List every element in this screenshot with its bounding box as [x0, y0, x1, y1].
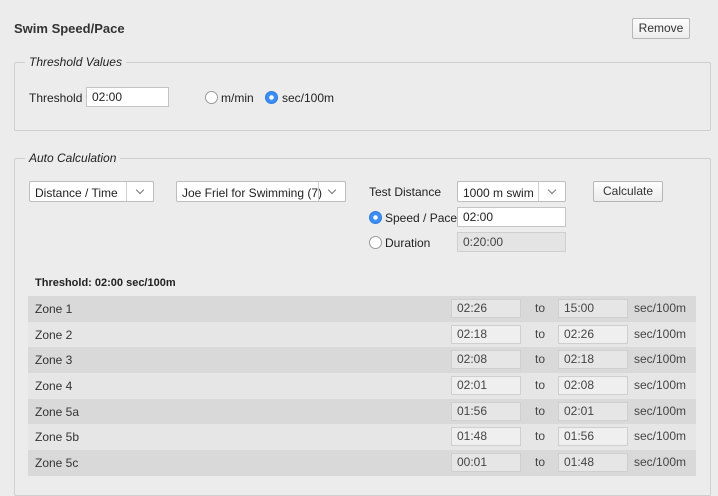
- zone-name: Zone 5c: [35, 456, 79, 471]
- zone-name: Zone 4: [35, 379, 73, 394]
- table-row: Zone 2 02:18 to 02:26 sec/100m: [28, 321, 696, 348]
- zone-unit: sec/100m: [634, 378, 687, 393]
- duration-input: 0:20:00: [457, 232, 566, 252]
- speed-pace-radio[interactable]: [369, 211, 382, 224]
- zone-to: 15:00: [558, 299, 628, 318]
- zone-from: 01:48: [451, 427, 521, 447]
- zone-to: 02:08: [558, 376, 628, 396]
- table-row: Zone 1 02:26 to 15:00 sec/100m: [28, 296, 696, 322]
- table-row: Zone 5b 01:48 to 01:56 sec/100m: [28, 424, 696, 451]
- unit-radio-sec-100m[interactable]: [265, 91, 278, 104]
- profile-select[interactable]: Joe Friel for Swimming (7): [176, 181, 346, 202]
- zone-to-label: to: [535, 301, 546, 315]
- zone-unit: sec/100m: [634, 301, 687, 315]
- zone-name: Zone 1: [35, 302, 73, 316]
- unit-radio-m-min[interactable]: [205, 91, 218, 104]
- threshold-label: Threshold: [29, 91, 83, 105]
- unit-radio-m-min-label[interactable]: m/min: [221, 91, 254, 105]
- zone-from: 02:18: [451, 324, 521, 344]
- zone-to-label: to: [535, 326, 546, 341]
- zone-to: 02:26: [558, 324, 628, 344]
- threshold-summary: Threshold: 02:00 sec/100m: [35, 277, 176, 289]
- zone-name: Zone 5b: [35, 430, 80, 445]
- zone-from: 02:26: [451, 299, 521, 318]
- speed-pace-label[interactable]: Speed / Pace: [385, 211, 457, 225]
- zone-to: 02:01: [558, 401, 628, 421]
- zone-unit: sec/100m: [634, 352, 687, 367]
- table-row: Zone 5c 00:01 to 01:48 sec/100m: [28, 450, 696, 476]
- table-row: Zone 3 02:08 to 02:18 sec/100m: [28, 347, 696, 374]
- zone-from: 02:01: [451, 376, 521, 396]
- duration-label[interactable]: Duration: [385, 236, 430, 250]
- zone-unit: sec/100m: [634, 455, 687, 470]
- zone-from: 01:56: [451, 401, 521, 421]
- zone-to-label: to: [535, 352, 546, 367]
- table-row: Zone 5a 01:56 to 02:01 sec/100m: [28, 398, 696, 425]
- remove-button[interactable]: Remove: [632, 18, 690, 39]
- zone-to: 01:56: [558, 427, 628, 447]
- unit-radio-sec-100m-label[interactable]: sec/100m: [282, 91, 334, 105]
- zones-table: Zone 1 02:26 to 15:00 sec/100m Zone 2 02…: [28, 296, 696, 476]
- zone-to-label: to: [535, 378, 546, 393]
- threshold-values-legend: Threshold Values: [29, 55, 122, 69]
- table-row: Zone 4 02:01 to 02:08 sec/100m: [28, 373, 696, 399]
- duration-radio[interactable]: [369, 236, 382, 249]
- threshold-input[interactable]: 02:00: [86, 87, 169, 107]
- zone-to-label: to: [535, 403, 546, 418]
- zone-from: 00:01: [451, 453, 521, 473]
- chevron-down-icon: [547, 185, 557, 195]
- zone-to: 02:18: [558, 350, 628, 370]
- zone-unit: sec/100m: [634, 429, 687, 444]
- test-distance-select-value: 1000 m swim: [463, 186, 534, 200]
- page-title: Swim Speed/Pace: [14, 21, 125, 36]
- calculate-button[interactable]: Calculate: [593, 181, 663, 202]
- zone-from: 02:08: [451, 350, 521, 370]
- auto-calculation-legend: Auto Calculation: [29, 151, 117, 165]
- zone-to: 01:48: [558, 453, 628, 473]
- zone-to-label: to: [535, 429, 546, 444]
- zone-name: Zone 3: [35, 353, 73, 368]
- zone-name: Zone 2: [35, 327, 73, 342]
- chevron-down-icon: [135, 185, 145, 195]
- zone-name: Zone 5a: [35, 404, 80, 419]
- profile-select-value: Joe Friel for Swimming (7): [182, 186, 323, 200]
- zone-unit: sec/100m: [634, 326, 687, 341]
- test-distance-select[interactable]: 1000 m swim: [457, 181, 566, 202]
- method-select[interactable]: Distance / Time: [29, 181, 154, 202]
- zone-to-label: to: [535, 455, 546, 470]
- speed-pace-input[interactable]: 02:00: [457, 207, 566, 227]
- chevron-down-icon: [327, 185, 337, 195]
- test-distance-label: Test Distance: [369, 185, 442, 199]
- method-select-value: Distance / Time: [35, 186, 118, 200]
- zone-unit: sec/100m: [634, 403, 687, 418]
